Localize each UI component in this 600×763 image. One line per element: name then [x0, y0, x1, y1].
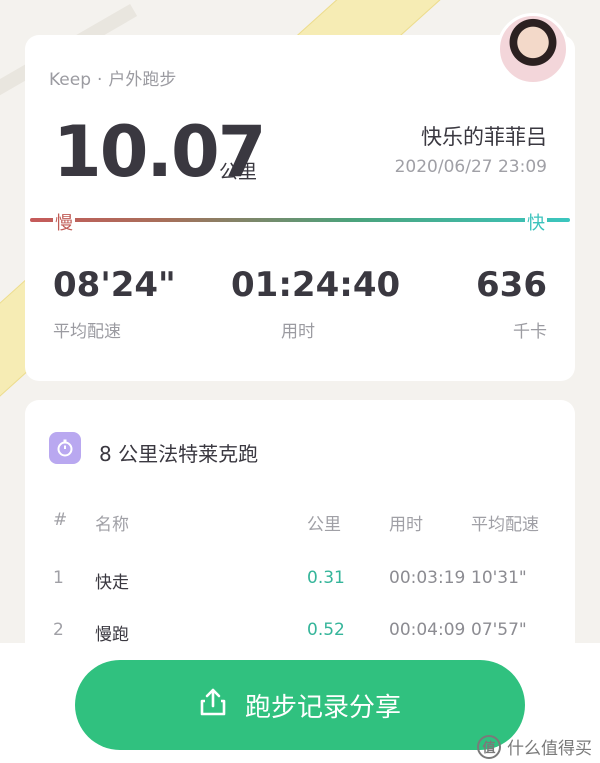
run-datetime: 2020/06/27 23:09 — [394, 157, 547, 177]
row-pace: 07'57" — [471, 620, 527, 640]
pace-slow-label: 慢 — [53, 209, 75, 235]
user-name: 快乐的菲菲吕 — [421, 125, 547, 149]
activity-type: 户外跑步 — [108, 70, 177, 90]
row-km: 0.31 — [307, 568, 345, 588]
avg-pace-value: 08'24" — [53, 265, 176, 305]
column-header-time: 用时 — [389, 515, 423, 535]
training-title: 8 公里法特莱克跑 — [99, 442, 259, 466]
calories-value: 636 — [476, 265, 547, 305]
row-name: 快走 — [95, 573, 129, 593]
row-number: 2 — [53, 620, 64, 640]
row-km: 0.52 — [307, 620, 345, 640]
stopwatch-icon — [49, 432, 81, 464]
share-icon — [199, 687, 227, 724]
pace-gradient-bar — [30, 218, 570, 222]
source-line: Keep · 户外跑步 — [49, 65, 176, 90]
app-name: Keep — [49, 70, 92, 90]
avatar[interactable] — [497, 13, 569, 85]
column-header-km: 公里 — [307, 515, 341, 535]
pace-fast-label: 快 — [525, 209, 547, 235]
row-pace: 10'31" — [471, 568, 527, 588]
share-button-label: 跑步记录分享 — [244, 692, 401, 723]
watermark-text: 什么值得买 — [507, 739, 592, 759]
share-run-button[interactable]: 跑步记录分享 — [75, 660, 525, 750]
run-summary-card: Keep · 户外跑步 10.07 公里 快乐的菲菲吕 2020/06/27 23:… — [25, 13, 575, 381]
column-header-name: 名称 — [95, 515, 129, 535]
row-time: 00:03:19 — [389, 568, 466, 588]
avg-pace-label: 平均配速 — [53, 322, 121, 342]
separator-dot: · — [97, 70, 103, 90]
row-number: 1 — [53, 568, 64, 588]
watermark-logo-icon: 值 — [477, 734, 501, 759]
watermark: 值 什么值得买 — [477, 734, 592, 759]
calories-label: 千卡 — [513, 322, 547, 342]
row-name: 慢跑 — [95, 625, 129, 645]
row-time: 00:04:09 — [389, 620, 466, 640]
column-header-pace: 平均配速 — [471, 515, 539, 535]
column-header-number: # — [53, 510, 68, 530]
distance-unit: 公里 — [219, 161, 258, 183]
duration-label: 用时 — [281, 322, 315, 342]
duration-value: 01:24:40 — [231, 265, 401, 305]
